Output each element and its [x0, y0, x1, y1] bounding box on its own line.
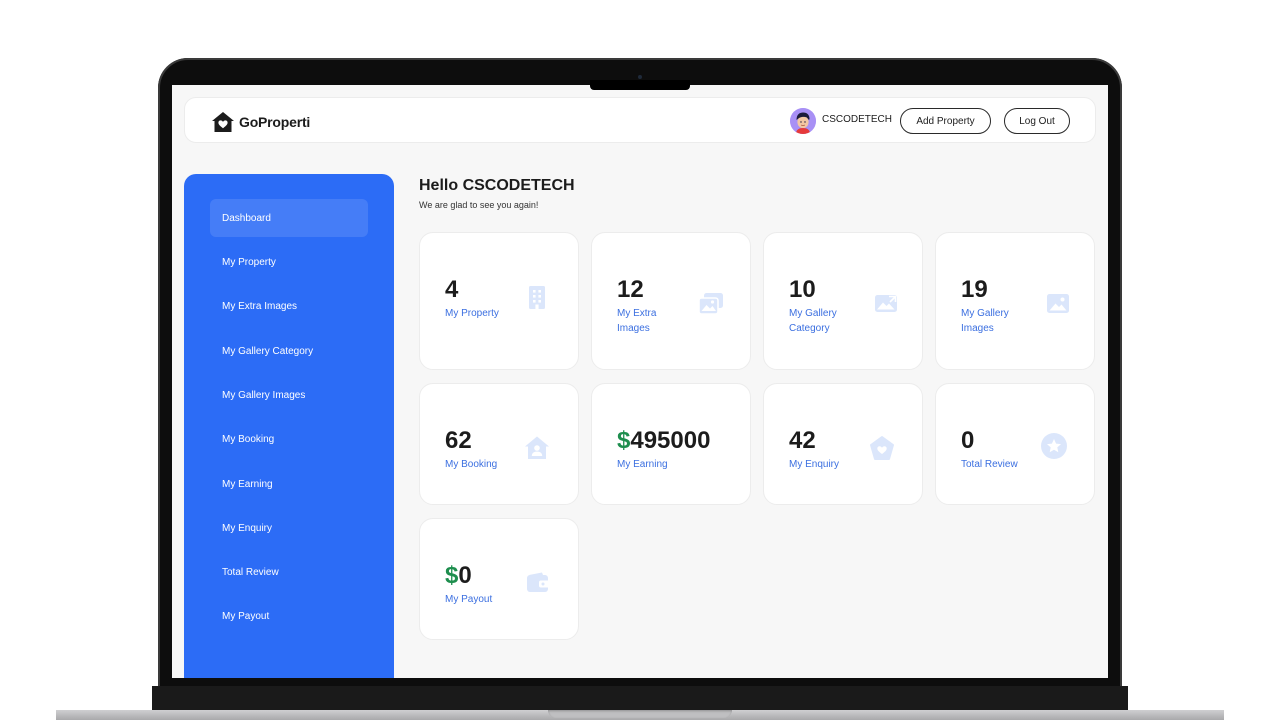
gallery-category-icon: [875, 295, 897, 312]
page-subtitle: We are glad to see you again!: [419, 200, 539, 210]
stat-card-my-booking[interactable]: 62 My Booking: [419, 383, 579, 505]
top-header: GoProperti CSCODETECH Add Property Log O…: [184, 97, 1096, 143]
stat-value: 0: [961, 427, 975, 454]
stat-card-my-gallery-category[interactable]: 10 My Gallery Category: [763, 232, 923, 370]
stat-label: My Payout: [445, 594, 493, 605]
stat-value: 495000: [630, 427, 711, 454]
sidebar-item-my-extra-images[interactable]: My Extra Images: [210, 287, 368, 325]
stat-card-my-payout[interactable]: $0 My Payout: [419, 518, 579, 640]
sidebar-item-my-payout[interactable]: My Payout: [210, 597, 368, 635]
stat-label: My Earning: [617, 459, 668, 470]
stat-value: 10: [789, 276, 816, 303]
currency-symbol: $: [617, 427, 631, 454]
sidebar-item-dashboard[interactable]: Dashboard: [210, 199, 368, 237]
stat-label: My Gallery Category: [789, 308, 837, 334]
stat-card-my-property[interactable]: 4 My Property: [419, 232, 579, 370]
sidebar-item-my-booking[interactable]: My Booking: [210, 420, 368, 458]
laptop-hinge: [152, 686, 1128, 710]
sidebar-item-my-gallery-category[interactable]: My Gallery Category: [210, 332, 368, 370]
stat-card-total-review[interactable]: 0 Total Review: [935, 383, 1095, 505]
building-icon: [529, 286, 545, 309]
heart-pentagon-icon: [870, 436, 894, 460]
stat-value: 19: [961, 276, 988, 303]
logo-text: GoProperti: [239, 114, 311, 130]
stat-label: Total Review: [961, 459, 1018, 470]
screen: GoProperti CSCODETECH Add Property Log O…: [172, 85, 1108, 678]
page-title: Hello CSCODETECH: [419, 177, 575, 194]
stat-label: My Extra Images: [617, 308, 657, 334]
stat-value-earning: $495000: [617, 429, 710, 453]
stat-card-my-earning[interactable]: $495000 My Earning: [591, 383, 751, 505]
stat-card-my-gallery-images[interactable]: 19 My Gallery Images: [935, 232, 1095, 370]
stat-value: 12: [617, 276, 644, 303]
stat-label: My Booking: [445, 459, 498, 470]
camera-notch: [590, 80, 690, 90]
stat-label: My Property: [445, 308, 499, 319]
image-icon: [1047, 294, 1069, 313]
camera-icon: [638, 75, 642, 79]
wallet-icon: [527, 572, 550, 592]
avatar-illustration-icon: [790, 108, 816, 134]
sidebar-item-my-enquiry[interactable]: My Enquiry: [210, 509, 368, 547]
stat-value: 4: [445, 276, 459, 303]
stat-value: 62: [445, 427, 472, 454]
user-avatar[interactable]: [790, 108, 816, 134]
sidebar-item-my-earning[interactable]: My Earning: [210, 465, 368, 503]
stat-card-my-enquiry[interactable]: 42 My Enquiry: [763, 383, 923, 505]
star-circle-icon: [1041, 433, 1067, 459]
sidebar-item-total-review[interactable]: Total Review: [210, 553, 368, 591]
logo[interactable]: GoProperti: [211, 109, 310, 135]
stat-card-my-extra-images[interactable]: 12 My Extra Images: [591, 232, 751, 370]
logout-button[interactable]: Log Out: [1004, 108, 1070, 134]
laptop-groove: [548, 710, 732, 718]
stat-value-payout: $0: [445, 564, 472, 588]
stat-label: My Enquiry: [789, 459, 840, 470]
add-property-button[interactable]: Add Property: [900, 108, 991, 134]
sidebar-item-my-gallery-images[interactable]: My Gallery Images: [210, 376, 368, 414]
sidebar: Dashboard My Property My Extra Images My…: [184, 174, 394, 678]
sidebar-item-my-property[interactable]: My Property: [210, 243, 368, 281]
home-user-icon: [525, 436, 549, 459]
username: CSCODETECH: [822, 114, 893, 125]
currency-symbol: $: [445, 562, 459, 589]
stat-value: 42: [789, 427, 816, 454]
stat-label: My Gallery Images: [961, 308, 1009, 334]
house-heart-icon: [212, 112, 234, 132]
images-icon: [698, 293, 723, 315]
stat-value: 0: [458, 562, 472, 589]
